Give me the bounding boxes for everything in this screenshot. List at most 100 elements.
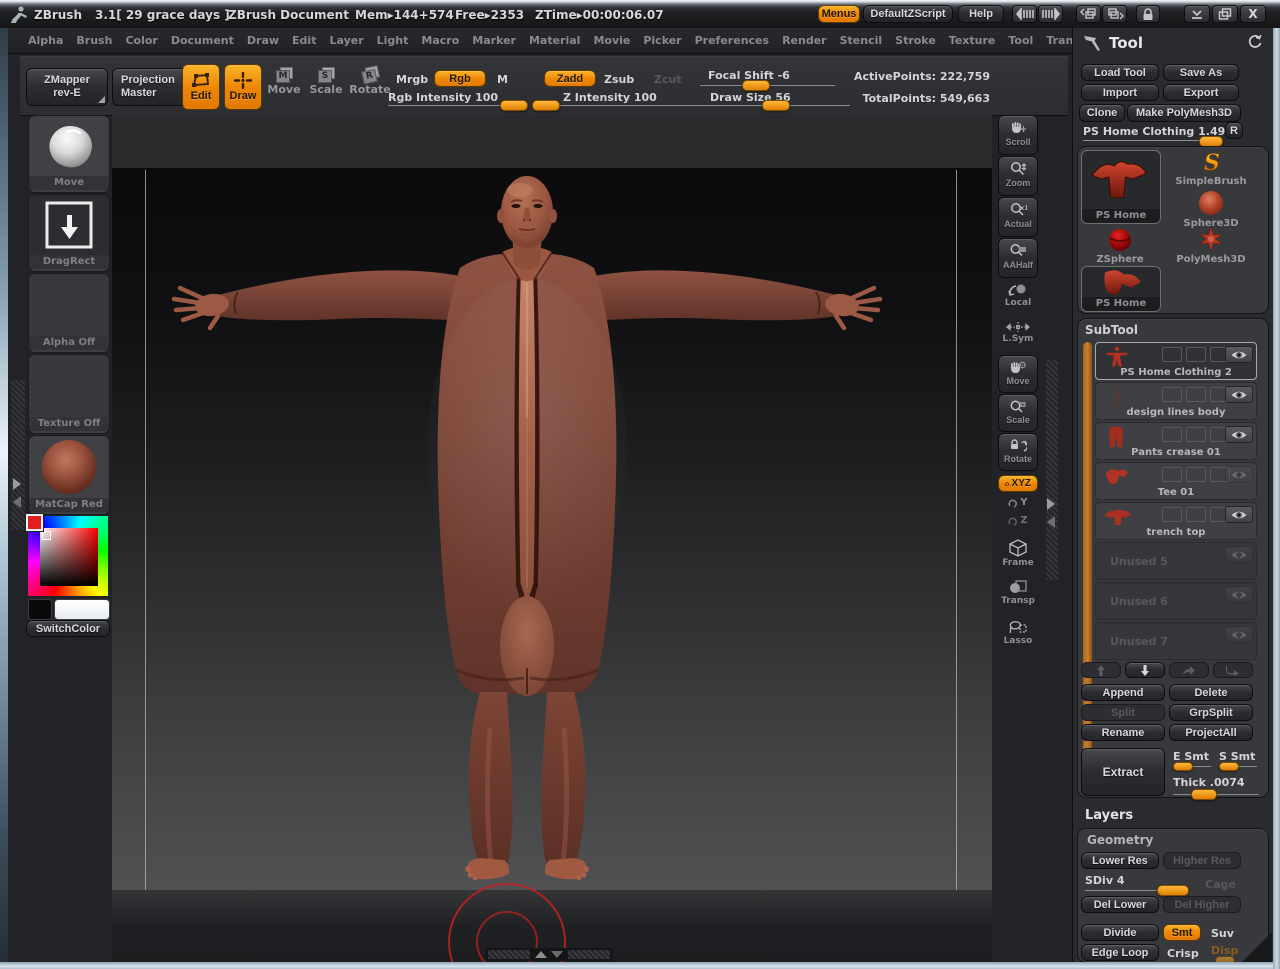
- menu-render[interactable]: Render: [782, 34, 827, 47]
- visibility-eye-icon[interactable]: [1225, 346, 1253, 363]
- visibility-eye-icon[interactable]: [1225, 466, 1253, 483]
- subtool-option-box[interactable]: [1186, 347, 1206, 362]
- subtool-row-tee-01[interactable]: Tee 01: [1095, 462, 1257, 500]
- lower-res-button[interactable]: Lower Res: [1081, 852, 1159, 869]
- bottom-tray-divider[interactable]: [485, 948, 613, 961]
- subtool-row-pants-crease[interactable]: Pants crease 01: [1095, 422, 1257, 460]
- load-tool-button[interactable]: Load Tool: [1081, 64, 1159, 81]
- rotate-y-button[interactable]: Y: [1000, 497, 1036, 508]
- mrgb-toggle[interactable]: Mrgb: [396, 73, 428, 86]
- rgb-intensity-handle[interactable]: [500, 100, 528, 111]
- menu-preferences[interactable]: Preferences: [695, 34, 769, 47]
- subtool-duplicate-button[interactable]: [1169, 662, 1209, 678]
- aahalf-button[interactable]: AAHalf: [998, 238, 1038, 278]
- help-button[interactable]: Help: [958, 5, 1004, 23]
- smt-toggle[interactable]: Smt: [1163, 924, 1201, 941]
- menu-stroke[interactable]: Stroke: [895, 34, 936, 47]
- palette-item-simplebrush[interactable]: S: [1181, 150, 1241, 174]
- document-canvas[interactable]: [112, 115, 992, 969]
- rotate-z-button[interactable]: Z: [1000, 515, 1036, 526]
- menu-picker[interactable]: Picker: [643, 34, 681, 47]
- append-button[interactable]: Append: [1081, 684, 1165, 701]
- rename-button[interactable]: Rename: [1081, 724, 1165, 741]
- window-resize-corner[interactable]: [1240, 932, 1272, 964]
- menu-marker[interactable]: Marker: [472, 34, 516, 47]
- crisp-toggle[interactable]: Crisp: [1167, 947, 1199, 960]
- save-as-button[interactable]: Save As: [1163, 64, 1239, 81]
- projectall-button[interactable]: ProjectAll: [1169, 724, 1253, 741]
- stroke-preview[interactable]: DragRect: [28, 194, 110, 272]
- switch-color-button[interactable]: SwitchColor: [26, 620, 110, 637]
- zoom-button[interactable]: Zoom: [998, 156, 1038, 196]
- divide-button[interactable]: Divide: [1081, 924, 1159, 941]
- zsub-toggle[interactable]: Zsub: [604, 73, 634, 86]
- collapse-left-tray-icon[interactable]: [1012, 5, 1037, 23]
- menu-macro[interactable]: Macro: [421, 34, 459, 47]
- subtool-option-box[interactable]: [1162, 387, 1182, 402]
- subtool-row-unused-7[interactable]: Unused 7: [1095, 622, 1257, 660]
- right-tray-close-arrow[interactable]: [1047, 516, 1055, 528]
- move-mode-button[interactable]: M Move: [266, 67, 302, 109]
- default-zscript-button[interactable]: DefaultZScript: [863, 5, 953, 23]
- close-icon[interactable]: X: [1240, 5, 1266, 23]
- right-tray-divider[interactable]: [1046, 360, 1058, 580]
- visibility-eye-icon[interactable]: [1225, 386, 1253, 403]
- draw-button[interactable]: Draw: [224, 64, 262, 110]
- actual-button[interactable]: x1 Actual: [998, 197, 1038, 237]
- alpha-preview[interactable]: Alpha Off: [28, 273, 110, 353]
- menu-texture[interactable]: Texture: [949, 34, 996, 47]
- alt-color-swatch[interactable]: [54, 599, 110, 620]
- geometry-header[interactable]: Geometry: [1087, 833, 1153, 847]
- palette-item-ps-home-clothing[interactable]: PS Home Clothin: [1081, 266, 1161, 312]
- subtool-branch-button[interactable]: [1213, 662, 1253, 678]
- rotate-mode-button[interactable]: R Rotate: [350, 67, 390, 109]
- subtool-row-trench-top[interactable]: trench top: [1095, 502, 1257, 540]
- rgb-toggle[interactable]: Rgb: [434, 70, 486, 87]
- secondary-color-swatch[interactable]: [28, 599, 52, 620]
- move-3d-button[interactable]: Move: [998, 355, 1038, 393]
- focal-shift-handle[interactable]: [742, 80, 770, 91]
- e-smt-handle[interactable]: [1173, 762, 1193, 771]
- subtool-header[interactable]: SubTool: [1085, 323, 1138, 337]
- left-tray-close-arrow[interactable]: [13, 496, 21, 508]
- subtool-move-down-button[interactable]: [1125, 662, 1165, 678]
- subtool-option-box[interactable]: [1162, 467, 1182, 482]
- zmapper-button[interactable]: ZMapper rev-E: [26, 68, 108, 106]
- grpsplit-button[interactable]: GrpSplit: [1169, 704, 1253, 721]
- clone-button[interactable]: Clone: [1079, 104, 1125, 122]
- right-tray-open-arrow[interactable]: [1047, 498, 1055, 510]
- tray-down-arrow[interactable]: [551, 951, 563, 958]
- menu-layer[interactable]: Layer: [329, 34, 363, 47]
- lsym-button[interactable]: L.Sym: [1000, 321, 1036, 344]
- s-smt-handle[interactable]: [1219, 762, 1239, 771]
- menu-tool[interactable]: Tool: [1008, 34, 1033, 47]
- current-tool-preview[interactable]: Move: [28, 115, 110, 193]
- tray-up-arrow[interactable]: [535, 951, 547, 958]
- del-lower-button[interactable]: Del Lower: [1081, 896, 1159, 913]
- scale-mode-button[interactable]: S Scale: [308, 67, 344, 109]
- visibility-eye-icon[interactable]: [1225, 506, 1253, 523]
- visibility-eye-icon[interactable]: [1225, 586, 1253, 603]
- z-intensity-handle[interactable]: [532, 100, 560, 111]
- material-preview[interactable]: MatCap Red Wa: [28, 435, 110, 515]
- next-document-icon[interactable]: [1102, 5, 1127, 23]
- visibility-eye-icon[interactable]: [1225, 426, 1253, 443]
- transp-button[interactable]: Transp: [1000, 579, 1036, 606]
- higher-res-button[interactable]: Higher Res: [1163, 852, 1241, 869]
- menus-button[interactable]: Menus: [818, 5, 860, 23]
- menu-color[interactable]: Color: [125, 34, 157, 47]
- left-tray-open-arrow[interactable]: [13, 478, 21, 490]
- rotate-xyz-button[interactable]: XYZ: [998, 475, 1038, 492]
- m-toggle[interactable]: M: [497, 73, 508, 86]
- menu-edit[interactable]: Edit: [292, 34, 316, 47]
- local-button[interactable]: Local: [1000, 283, 1036, 308]
- rotate-3d-button[interactable]: Rotate: [998, 433, 1038, 471]
- edit-button[interactable]: Edit: [182, 64, 220, 110]
- visibility-eye-icon[interactable]: [1225, 626, 1253, 643]
- subtool-option-box[interactable]: [1186, 507, 1206, 522]
- collapse-right-tray-icon[interactable]: [1038, 5, 1063, 23]
- zcut-toggle[interactable]: Zcut: [654, 73, 682, 86]
- sdiv-slider-handle[interactable]: [1157, 885, 1189, 896]
- subtool-row-design-lines-body[interactable]: design lines body: [1095, 382, 1257, 420]
- menu-movie[interactable]: Movie: [593, 34, 630, 47]
